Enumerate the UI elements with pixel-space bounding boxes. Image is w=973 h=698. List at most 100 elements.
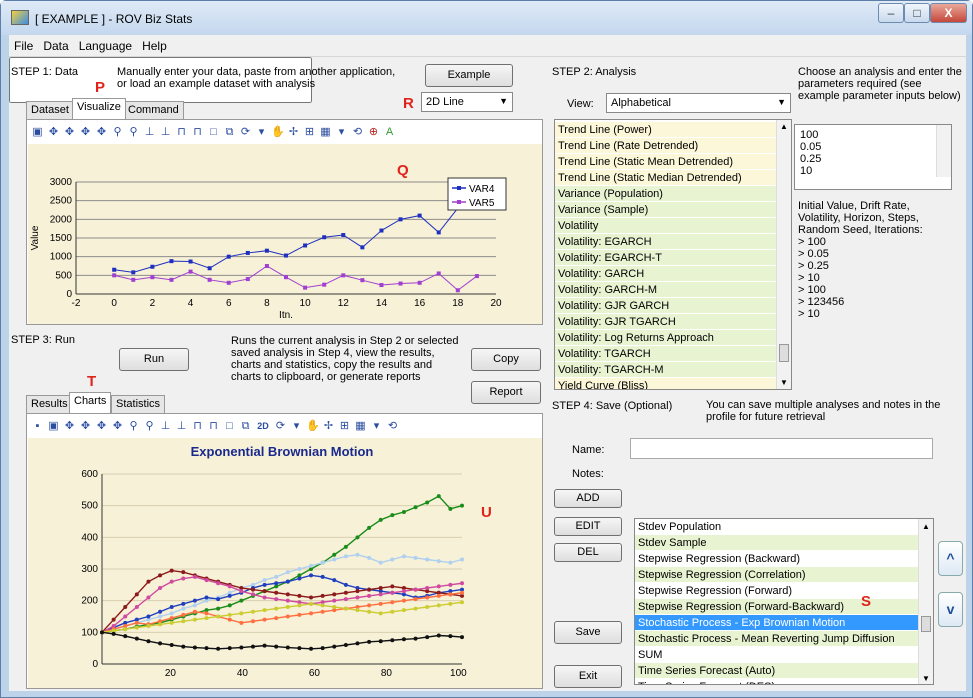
hand-icon[interactable]: ✋	[306, 420, 320, 433]
analysis-item[interactable]: Variance (Sample)	[555, 202, 777, 218]
analysis-item[interactable]: Trend Line (Static Mean Detrended)	[555, 154, 777, 170]
analysis-item[interactable]: Trend Line (Rate Detrended)	[555, 138, 777, 154]
analysis-item[interactable]: Volatility: GJR GARCH	[555, 298, 777, 314]
rotate-icon[interactable]: ⟳	[274, 420, 287, 433]
move-icon[interactable]: ✥	[63, 420, 76, 433]
saved-item[interactable]: Stdev Population	[635, 519, 919, 535]
marker-icon[interactable]: ✢	[322, 420, 335, 433]
analysis-item[interactable]: Variance (Population)	[555, 186, 777, 202]
axis-x-icon[interactable]: ⊥	[143, 126, 156, 139]
analysis-item[interactable]: Volatility	[555, 218, 777, 234]
analysis-item[interactable]: Volatility: TGARCH	[555, 346, 777, 362]
exit-button[interactable]: Exit	[554, 665, 622, 688]
delete-button[interactable]: DEL	[554, 543, 622, 562]
reset-icon[interactable]: ⟲	[386, 420, 399, 433]
saved-item[interactable]: Stochastic Process - Mean Reverting Jump…	[635, 631, 919, 647]
box-icon[interactable]: □	[207, 126, 220, 139]
scroll-up-icon[interactable]: ▲	[922, 522, 930, 531]
chart-icon[interactable]: ▣	[47, 420, 60, 433]
menu-language[interactable]: Language	[74, 35, 137, 57]
bar2-icon[interactable]: ⊓	[191, 126, 204, 139]
palette-icon[interactable]: ▦	[354, 420, 367, 433]
tab-command[interactable]: Command	[123, 101, 184, 119]
analysis-item[interactable]: Trend Line (Power)	[555, 122, 777, 138]
saved-item[interactable]: SUM	[635, 647, 919, 663]
add-button[interactable]: ADD	[554, 489, 622, 508]
move-z-icon[interactable]: ✥	[111, 420, 124, 433]
palette-icon[interactable]: ▦	[319, 126, 332, 139]
save-button[interactable]: Save	[554, 621, 622, 644]
grid-icon[interactable]: ⊞	[303, 126, 316, 139]
move-x-icon[interactable]: ✥	[63, 126, 76, 139]
tab-visualize[interactable]: Visualize	[72, 98, 126, 119]
analysis-scrollbar[interactable]: ▲ ▼	[776, 120, 791, 389]
analysis-item[interactable]: Volatility: GARCH	[555, 266, 777, 282]
tab-results[interactable]: Results	[26, 395, 73, 413]
scroll-down-icon[interactable]: ▼	[780, 378, 788, 387]
analysis-item[interactable]: Volatility: EGARCH	[555, 234, 777, 250]
saved-item[interactable]: Stepwise Regression (Forward-Backward)	[635, 599, 919, 615]
example-button[interactable]: Example	[425, 64, 513, 87]
dropdown-icon[interactable]: ▾	[255, 126, 268, 139]
menu-data[interactable]: Data	[38, 35, 73, 57]
box2-icon[interactable]: ⧉	[239, 420, 252, 433]
scroll-thumb[interactable]	[921, 616, 931, 632]
minimize-button[interactable]: –	[878, 3, 904, 23]
saved-item[interactable]: Time Series Forecast (Auto)	[635, 663, 919, 679]
analysis-item[interactable]: Volatility: TGARCH-M	[555, 362, 777, 378]
line-icon[interactable]: ⊕	[367, 126, 380, 139]
tab-charts[interactable]: Charts	[69, 392, 112, 413]
2d-icon[interactable]: 2D	[255, 420, 271, 433]
saved-item[interactable]: Stepwise Regression (Forward)	[635, 583, 919, 599]
axis-y-icon[interactable]: ⊥	[159, 126, 172, 139]
tab-dataset[interactable]: Dataset	[26, 101, 74, 119]
zoom-out-icon[interactable]: ⚲	[127, 126, 140, 139]
move-up-button[interactable]: ^	[938, 541, 963, 576]
box-icon[interactable]: □	[223, 420, 236, 433]
menu-file[interactable]: File	[9, 35, 38, 57]
box2-icon[interactable]: ⧉	[223, 126, 236, 139]
saved-scrollbar[interactable]: ▲ ▼	[918, 519, 933, 684]
copy-button[interactable]: Copy	[471, 348, 541, 371]
dropdown2-icon[interactable]: ▾	[370, 420, 383, 433]
move-x-icon[interactable]: ✥	[79, 420, 92, 433]
params-input[interactable]: 100 0.05 0.25 10	[794, 124, 952, 190]
tab-statistics[interactable]: Statistics	[111, 395, 166, 413]
saved-item[interactable]: Stdev Sample	[635, 535, 919, 551]
scroll-down-icon[interactable]: ▼	[922, 674, 930, 683]
move-z-icon[interactable]: ✥	[95, 126, 108, 139]
menu-help[interactable]: Help	[137, 35, 172, 57]
run-button[interactable]: Run	[119, 348, 189, 371]
reset-icon[interactable]: ⟲	[351, 126, 364, 139]
analysis-item[interactable]: Yield Curve (Bliss)	[555, 378, 777, 389]
maximize-button[interactable]: □	[904, 3, 930, 23]
bar2-icon[interactable]: ⊓	[207, 420, 220, 433]
analysis-item[interactable]: Volatility: GARCH-M	[555, 282, 777, 298]
params-scrollbar[interactable]	[936, 125, 951, 177]
bar-icon[interactable]: ⊓	[191, 420, 204, 433]
analysis-item[interactable]: Trend Line (Static Median Detrended)	[555, 170, 777, 186]
scroll-up-icon[interactable]: ▲	[780, 122, 788, 131]
scroll-thumb[interactable]	[779, 344, 789, 362]
axis-y-icon[interactable]: ⊥	[175, 420, 188, 433]
analysis-item[interactable]: Volatility: Log Returns Approach	[555, 330, 777, 346]
analysis-list[interactable]: Trend Line (Power) Trend Line (Rate Detre…	[554, 119, 792, 390]
analysis-item[interactable]: Volatility: EGARCH-T	[555, 250, 777, 266]
saved-item[interactable]: Time Series Forecast (DES)	[635, 679, 919, 684]
saved-analyses-list[interactable]: Stdev Population Stdev Sample Stepwise Reg…	[634, 518, 934, 685]
text-icon[interactable]: A	[383, 126, 396, 139]
save-icon[interactable]: ▪	[31, 420, 44, 433]
grid-icon[interactable]: ⊞	[338, 420, 351, 433]
chart-icon[interactable]: ▣	[31, 126, 44, 139]
saved-item[interactable]: Stochastic Process - Exp Brownian Motion	[635, 615, 919, 631]
zoom-in-icon[interactable]: ⚲	[127, 420, 140, 433]
marker-icon[interactable]: ✢	[287, 126, 300, 139]
saved-item[interactable]: Stepwise Regression (Correlation)	[635, 567, 919, 583]
rotate-icon[interactable]: ⟳	[239, 126, 252, 139]
report-button[interactable]: Report	[471, 381, 541, 404]
move-y-icon[interactable]: ✥	[79, 126, 92, 139]
bar-icon[interactable]: ⊓	[175, 126, 188, 139]
dropdown2-icon[interactable]: ▾	[335, 126, 348, 139]
analysis-item[interactable]: Volatility: GJR TGARCH	[555, 314, 777, 330]
name-input[interactable]	[630, 438, 933, 459]
